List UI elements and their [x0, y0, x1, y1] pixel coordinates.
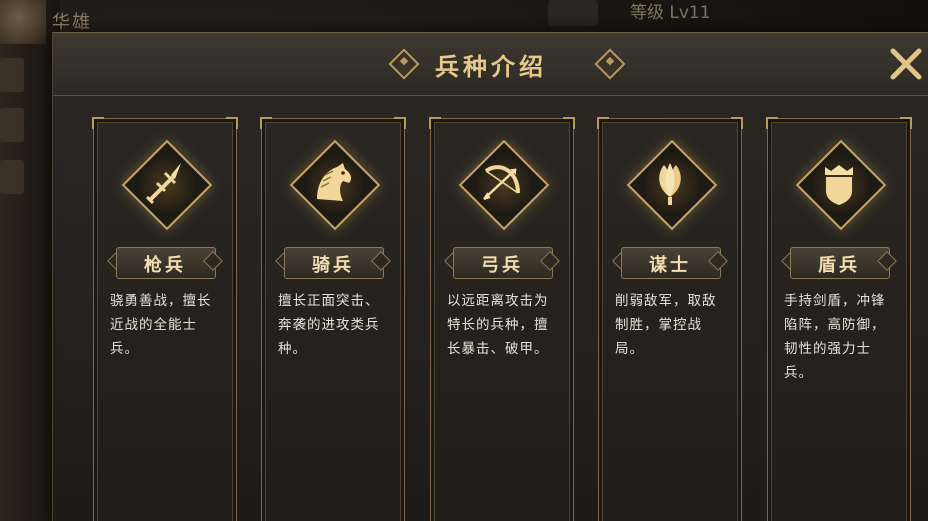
card-corner [394, 117, 406, 129]
feather-fan-icon [659, 163, 681, 205]
dialog-header: 兵种介绍 [53, 33, 928, 96]
troop-emblem [289, 139, 381, 231]
hero-avatar [0, 0, 46, 44]
hero-level: 等级 Lv11 [630, 3, 711, 23]
troop-description: 以远距离攻击为特长的兵种，擅长暴击、破甲。 [447, 293, 549, 357]
troop-name: 谋士 [649, 255, 691, 276]
bow-icon [483, 165, 520, 200]
spear-icon [145, 163, 181, 205]
card-corner [731, 117, 743, 129]
hero-name: 华雄 [52, 12, 92, 33]
game-screen: 华雄 等级 Lv11 兵种介绍 枪兵 骁勇善战，擅长近战的全能士兵。 骑兵 擅长… [0, 0, 928, 521]
card-corner [226, 117, 238, 129]
close-button[interactable] [885, 43, 927, 85]
troop-emblem [121, 139, 213, 231]
shield-icon [825, 165, 853, 205]
troop-label-plate: 谋士 [612, 245, 728, 279]
dialog-title: 兵种介绍 [435, 53, 547, 81]
troop-card-shieldman[interactable]: 盾兵 手持剑盾，冲锋陷阵，高防御，韧性的强力士兵。 [766, 117, 912, 521]
troop-description: 擅长正面突击、奔袭的进攻类兵种。 [278, 293, 380, 357]
sidebar-icon [0, 160, 24, 194]
troop-label-plate: 枪兵 [107, 245, 223, 279]
troop-emblem [458, 139, 550, 231]
card-corner [92, 117, 104, 129]
troop-intro-dialog: 兵种介绍 枪兵 骁勇善战，擅长近战的全能士兵。 骑兵 擅长正面突击、奔袭的进攻类… [52, 32, 928, 521]
troop-label-plate: 盾兵 [781, 245, 897, 279]
troop-card-cavalry[interactable]: 骑兵 擅长正面突击、奔袭的进攻类兵种。 [260, 117, 406, 521]
troop-name: 枪兵 [144, 255, 186, 276]
sidebar-icon [0, 108, 24, 142]
troop-description: 手持剑盾，冲锋陷阵，高防御，韧性的强力士兵。 [784, 293, 886, 381]
troop-card-strategist[interactable]: 谋士 削弱敌军，取敌制胜，掌控战局。 [597, 117, 743, 521]
troop-emblem [795, 139, 887, 231]
troop-name: 盾兵 [818, 255, 860, 276]
card-corner [260, 117, 272, 129]
card-corner [429, 117, 441, 129]
troop-card-spearman[interactable]: 枪兵 骁勇善战，擅长近战的全能士兵。 [92, 117, 238, 521]
level-badge-icon [548, 0, 598, 26]
troop-emblem [626, 139, 718, 231]
card-corner [900, 117, 912, 129]
close-icon[interactable] [885, 43, 927, 85]
sidebar-icon [0, 58, 24, 92]
troop-description: 骁勇善战，擅长近战的全能士兵。 [110, 293, 212, 357]
troop-label-plate: 骑兵 [275, 245, 391, 279]
horse-icon [317, 163, 352, 201]
troop-label-plate: 弓兵 [444, 245, 560, 279]
troop-description: 削弱敌军，取敌制胜，掌控战局。 [615, 293, 717, 357]
card-corner [766, 117, 778, 129]
troop-name: 骑兵 [312, 255, 354, 276]
troop-card-archer[interactable]: 弓兵 以远距离攻击为特长的兵种，擅长暴击、破甲。 [429, 117, 575, 521]
troop-name: 弓兵 [481, 255, 523, 276]
card-corner [563, 117, 575, 129]
card-corner [597, 117, 609, 129]
